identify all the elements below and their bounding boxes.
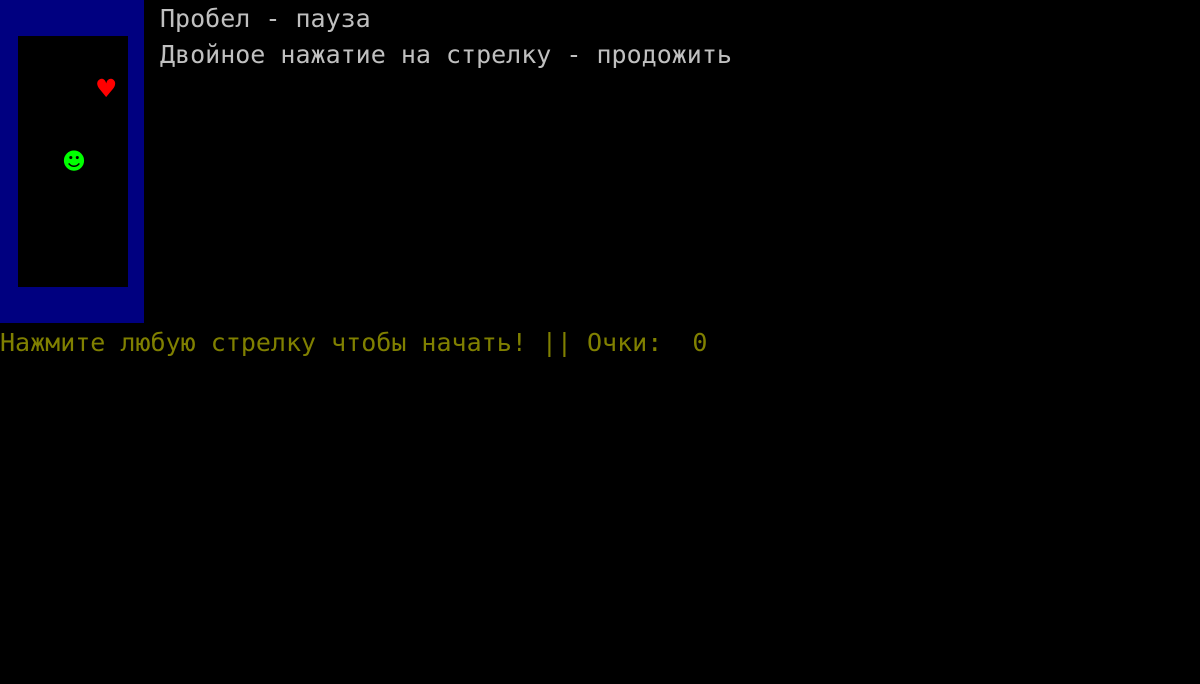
player-smiley-icon: ☻ <box>62 149 86 175</box>
help-pause-text: Пробел - пауза <box>160 4 371 33</box>
food-heart-icon: ♥ <box>95 74 118 103</box>
help-resume-text: Двойное нажатие на стрелку - продожить <box>160 40 732 69</box>
status-line: Нажмите любую стрелку чтобы начать! || О… <box>0 328 708 357</box>
console-window: ♥ ☻ Пробел - пауза Двойное нажатие на ст… <box>0 0 1200 684</box>
